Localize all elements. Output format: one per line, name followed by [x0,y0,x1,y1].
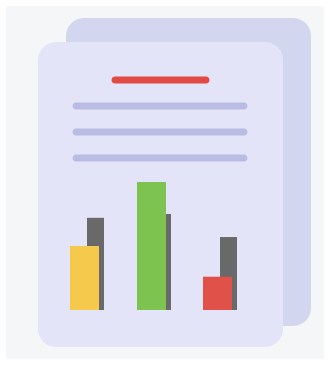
bar-2 [137,182,166,310]
icon-canvas [0,0,330,365]
bar-3 [203,276,232,310]
bar-1 [70,246,99,310]
report-document-icon [38,18,311,347]
